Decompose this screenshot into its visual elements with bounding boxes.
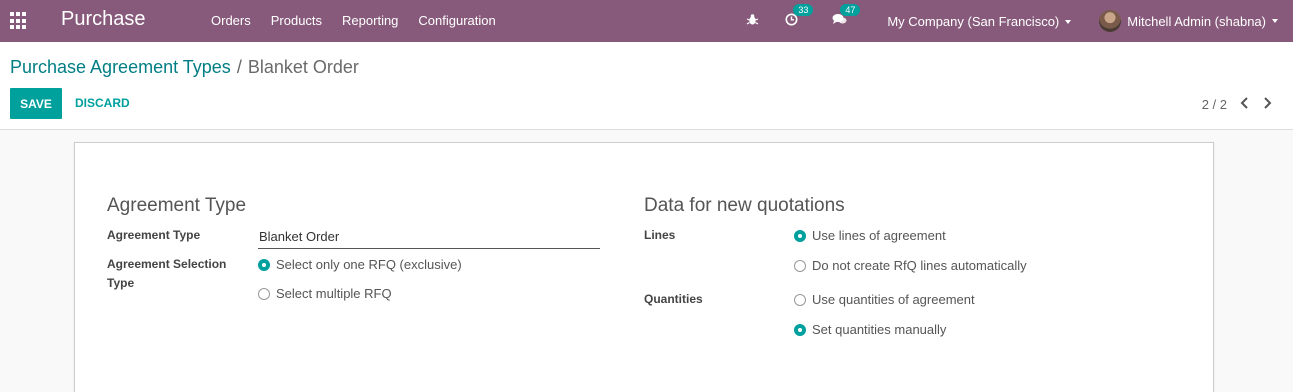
agreement-group-title: Agreement Type (107, 195, 247, 216)
pager-value[interactable]: 2 / 2 (1202, 97, 1227, 112)
systray: 33 47 My Company (San Francisco) Mitchel… (746, 0, 1293, 42)
radio-label: Select multiple RFQ (276, 286, 392, 301)
company-name: My Company (San Francisco) (887, 13, 1060, 29)
selection-option-exclusive[interactable]: Select only one RFQ (exclusive) (258, 257, 462, 272)
breadcrumb-current: Blanket Order (247, 57, 359, 77)
chevron-right-icon[interactable] (1261, 96, 1273, 112)
agreement-type-input[interactable]: Blanket Order (258, 227, 600, 249)
radio-label: Use quantities of agreement (812, 292, 975, 307)
menu-item-configuration[interactable]: Configuration (418, 13, 495, 28)
quantities-option-agreement[interactable]: Use quantities of agreement (794, 292, 975, 307)
apps-menu-icon[interactable] (10, 12, 28, 30)
activity-clock-icon[interactable]: 33 (785, 4, 814, 29)
debug-bug-icon[interactable] (746, 13, 759, 29)
radio-checked[interactable] (794, 323, 806, 336)
breadcrumb-separator: / (236, 57, 242, 77)
quantities-option-manual[interactable]: Set quantities manually (794, 322, 946, 337)
main-menu: Orders Products Reporting Configuration (211, 13, 516, 28)
breadcrumb-parent-link[interactable]: Purchase Agreement Types (10, 57, 231, 77)
radio-unchecked[interactable] (794, 259, 806, 272)
radio-checked[interactable] (794, 229, 806, 242)
user-avatar (1099, 10, 1122, 32)
agreement-type-label: Agreement Type (107, 228, 201, 242)
quotations-group-title: Data for new quotations (644, 195, 845, 216)
radio-label: Set quantities manually (812, 322, 947, 337)
chevron-left-icon[interactable] (1239, 96, 1261, 112)
pager: 2 / 2 (1202, 96, 1273, 112)
save-button[interactable]: SAVE (10, 88, 62, 119)
lines-label: Lines (644, 228, 676, 242)
radio-unchecked[interactable] (794, 293, 806, 306)
caret-down-icon (1272, 19, 1278, 23)
caret-down-icon (1065, 20, 1072, 25)
top-navbar: Purchase Orders Products Reporting Confi… (0, 0, 1293, 42)
radio-label: Select only one RFQ (exclusive) (276, 257, 462, 272)
messages-chat-icon[interactable]: 47 (832, 4, 861, 29)
user-menu[interactable]: Mitchell Admin (shabna) (1099, 10, 1278, 32)
selection-option-multiple[interactable]: Select multiple RFQ (258, 286, 392, 301)
control-panel: Purchase Agreement Types / Blanket Order S… (0, 42, 1293, 130)
menu-item-reporting[interactable]: Reporting (342, 13, 398, 28)
company-switcher[interactable]: My Company (San Francisco) (887, 13, 1072, 29)
form-sheet: Agreement Type Agreement Type Blanket Or… (74, 142, 1214, 392)
lines-option-no-rfq[interactable]: Do not create RfQ lines automatically (794, 258, 1027, 273)
radio-label: Use lines of agreement (812, 228, 946, 243)
quantities-label: Quantities (644, 292, 703, 306)
user-name: Mitchell Admin (shabna) (1127, 13, 1266, 29)
activity-count-badge: 33 (793, 4, 814, 16)
message-count-badge: 47 (840, 4, 861, 16)
menu-item-orders[interactable]: Orders (211, 13, 251, 28)
radio-label: Do not create RfQ lines automatically (812, 258, 1027, 273)
selection-type-label: Agreement Selection Type (107, 257, 227, 290)
breadcrumb: Purchase Agreement Types / Blanket Order (10, 57, 359, 78)
discard-button[interactable]: DISCARD (75, 96, 130, 110)
radio-checked[interactable] (258, 258, 270, 271)
app-title[interactable]: Purchase (61, 8, 146, 31)
radio-unchecked[interactable] (258, 287, 270, 300)
lines-option-use-agreement[interactable]: Use lines of agreement (794, 228, 946, 243)
menu-item-products[interactable]: Products (271, 13, 322, 28)
